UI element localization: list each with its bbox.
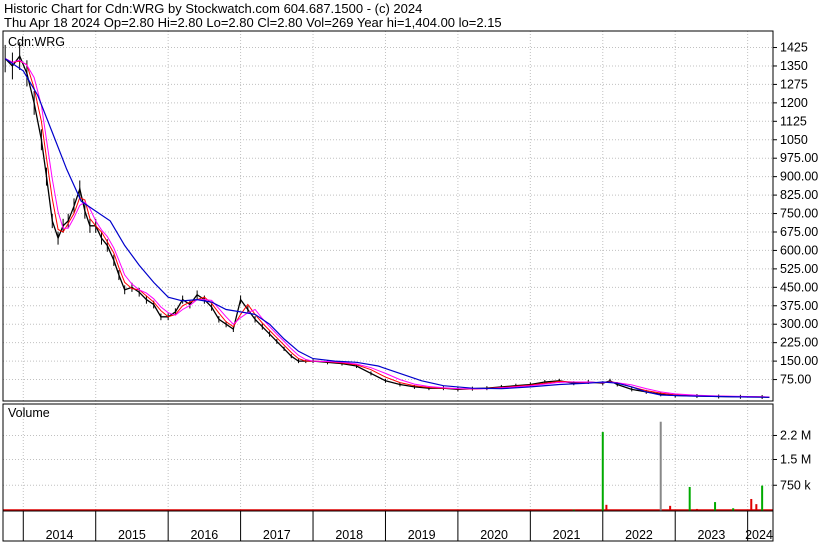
volume-bar (669, 505, 672, 511)
volume-tick-label: 750 k (780, 478, 811, 492)
price-tick-label: 1050 (780, 133, 808, 147)
price-tick-label: 1425 (780, 41, 808, 55)
volume-tick-label: 2.2 M (780, 428, 811, 442)
price-panel-frame (2, 30, 774, 402)
price-tick-label: 75.00 (780, 373, 811, 387)
volume-bar (605, 504, 608, 511)
price-tick-label: 300.00 (780, 317, 818, 331)
price-plot (4, 42, 770, 400)
price-volume-chart: 1425 1350 1275 1200 1125 1050 975.00 900.00 825.… (2, 30, 818, 542)
volume-bar (714, 502, 717, 511)
price-tick-label: 450.00 (780, 280, 818, 294)
x-axis-labels: 2014 2015 2016 2017 2018 2019 2020 2021 2022 2023… (22, 511, 773, 542)
year-label: 2015 (118, 528, 146, 542)
price-tick-label: 975.00 (780, 151, 818, 165)
price-tick-label: 150.00 (780, 354, 818, 368)
price-tick-label: 1350 (780, 59, 808, 73)
year-label: 2022 (625, 528, 653, 542)
price-tick-label: 1125 (780, 114, 807, 128)
price-tick-label: 375.00 (780, 299, 818, 313)
year-label: 2018 (335, 528, 363, 542)
price-tick-label: 675.00 (780, 225, 818, 239)
price-tick-label: 600.00 (780, 243, 818, 257)
price-tick-label: 225.00 (780, 336, 818, 350)
price-tick-label: 1275 (780, 77, 808, 91)
price-tick-label: 1200 (780, 96, 808, 110)
year-label: 2014 (46, 528, 74, 542)
volume-bar (659, 421, 662, 511)
volume-panel-label: Volume (8, 406, 50, 420)
price-tick-label: 750.00 (780, 207, 818, 221)
moving-average-short (4, 58, 770, 398)
price-tick-label: 825.00 (780, 188, 818, 202)
volume-panel-frame (2, 403, 774, 512)
year-label: 2020 (480, 528, 508, 542)
volume-bar (688, 486, 691, 511)
price-panel-label: Cdn:WRG (8, 35, 65, 49)
year-label: 2024 (745, 528, 773, 542)
price-line (4, 54, 770, 398)
volume-bar (601, 432, 604, 511)
price-tick-label: 525.00 (780, 262, 818, 276)
y-axis-labels: 1425 1350 1275 1200 1125 1050 975.00 900.00 825.… (773, 41, 818, 492)
year-label: 2017 (263, 528, 291, 542)
year-label: 2023 (698, 528, 726, 542)
moving-average-long (4, 58, 770, 398)
price-tick-label: 900.00 (780, 170, 818, 184)
volume-bar (750, 498, 753, 511)
volume-bar (761, 485, 764, 511)
year-label: 2016 (190, 528, 218, 542)
year-label: 2019 (408, 528, 436, 542)
chart-frame (2, 30, 774, 542)
volume-bar (755, 504, 758, 511)
year-label: 2021 (553, 528, 581, 542)
volume-tick-label: 1.5 M (780, 453, 811, 467)
moving-average-mid (4, 58, 770, 398)
